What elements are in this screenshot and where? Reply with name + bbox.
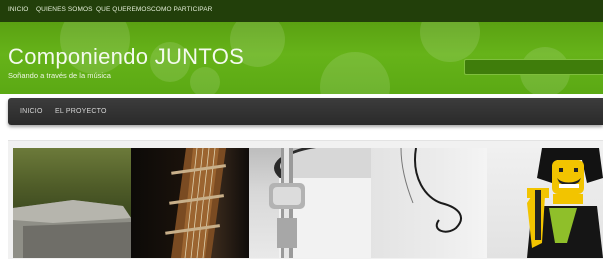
main-nav-inicio[interactable]: INICIO: [20, 108, 43, 115]
main-nav-el-proyecto[interactable]: EL PROYECTO: [55, 108, 107, 115]
top-nav-como-participar[interactable]: COMO PARTICIPAR: [151, 6, 212, 13]
slider-image-drum: [249, 148, 371, 258]
main-nav-bar: INICIO EL PROYECTO: [8, 98, 603, 125]
stone-illustration: [13, 200, 131, 258]
slider-image-cable: [371, 148, 487, 258]
site-header-banner: Componiendo JUNTOS Soñando a través de l…: [0, 22, 603, 94]
drum-illustration: [269, 148, 371, 258]
site-title[interactable]: Componiendo JUNTOS: [8, 46, 244, 68]
guitar-neck-illustration: [165, 148, 227, 258]
site-tagline: Soñando a través de la música: [8, 71, 111, 80]
top-nav-bar: INICIO QUIENES SOMOS QUE QUEREMOS COMO P…: [0, 0, 603, 22]
top-nav-quienes-somos[interactable]: QUIENES SOMOS: [36, 6, 93, 13]
slider-image-grass-stone: [13, 148, 131, 258]
decorative-bubble: [320, 52, 390, 94]
top-nav-que-queremos[interactable]: QUE QUEREMOS: [96, 6, 151, 13]
cable-illustration: [400, 148, 462, 233]
decorative-bubble: [420, 22, 480, 62]
image-slider[interactable]: [13, 148, 603, 258]
top-nav-inicio[interactable]: INICIO: [8, 6, 28, 13]
lego-figure-illustration: [527, 148, 603, 258]
slider-image-lego-rocker: [487, 148, 603, 258]
decorative-bubble: [190, 67, 220, 94]
search-input[interactable]: [464, 59, 603, 75]
slider-image-guitar: [131, 148, 249, 258]
